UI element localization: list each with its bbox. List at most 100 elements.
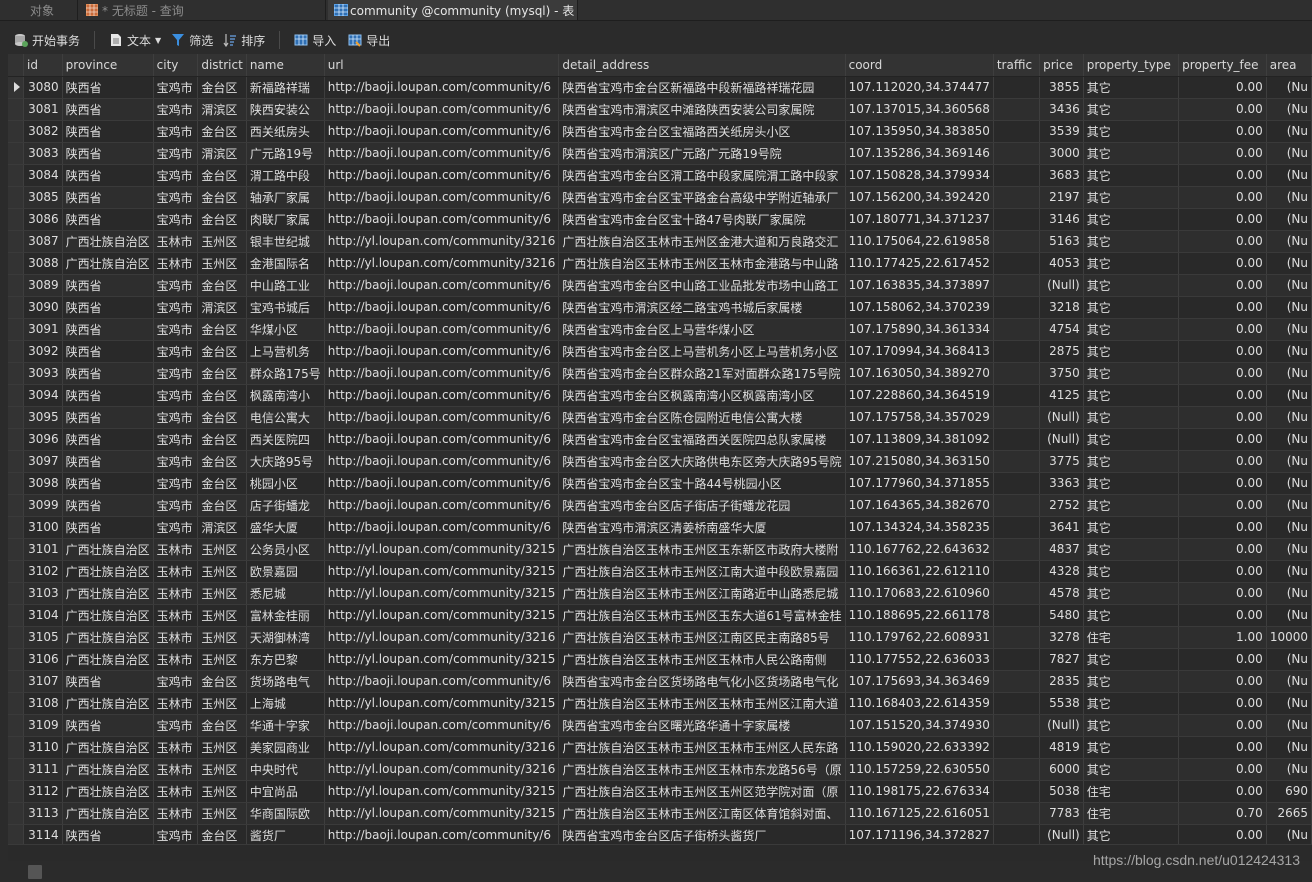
cell-url[interactable]: http://baoji.loupan.com/community/6 xyxy=(324,318,560,341)
cell-area[interactable]: (Nu xyxy=(1266,406,1312,429)
cell-property-type[interactable]: 其它 xyxy=(1083,120,1180,143)
cell-name[interactable]: 新福路祥瑞 xyxy=(246,76,325,99)
cell-coord[interactable]: 107.135950,34.383850 xyxy=(845,120,994,143)
cell-url[interactable]: http://baoji.loupan.com/community/6 xyxy=(324,406,560,429)
cell-property-fee[interactable]: 0.00 xyxy=(1178,296,1267,319)
cell-id[interactable]: 3092 xyxy=(23,340,63,363)
cell-name[interactable]: 华商国际欧 xyxy=(246,802,325,825)
cell-traffic[interactable] xyxy=(993,758,1041,781)
cell-detail-address[interactable]: 陕西省宝鸡市金台区店子街桥头酱货厂 xyxy=(558,824,846,844)
cell-property-type[interactable]: 其它 xyxy=(1083,736,1180,759)
row-marker[interactable] xyxy=(8,802,24,825)
cell-name[interactable]: 中山路工业 xyxy=(246,274,325,297)
cell-name[interactable]: 西关医院四 xyxy=(246,428,325,451)
cell-city[interactable]: 宝鸡市 xyxy=(153,340,199,363)
cell-name[interactable]: 大庆路95号 xyxy=(246,450,325,473)
cell-detail-address[interactable]: 广西壮族自治区玉林市玉州区玉林市东龙路56号（原 xyxy=(558,758,846,781)
cell-city[interactable]: 宝鸡市 xyxy=(153,318,199,341)
cell-property-fee[interactable]: 0.00 xyxy=(1178,560,1267,583)
cell-name[interactable]: 悉尼城 xyxy=(246,582,325,605)
cell-url[interactable]: http://yl.loupan.com/community/3215 xyxy=(324,802,560,825)
cell-province[interactable]: 广西壮族自治区 xyxy=(62,648,154,671)
column-header-coord[interactable]: coord xyxy=(845,54,994,77)
cell-detail-address[interactable]: 广西壮族自治区玉林市玉州区玉林市人民公路南侧 xyxy=(558,648,846,671)
cell-property-type[interactable]: 其它 xyxy=(1083,494,1180,517)
table-row[interactable]: 3095 陕西省 宝鸡市 金台区 电信公寓大 http://baoji.loupan.co… xyxy=(8,406,1312,429)
cell-property-type[interactable]: 其它 xyxy=(1083,472,1180,495)
cell-coord[interactable]: 107.137015,34.360568 xyxy=(845,98,994,121)
cell-name[interactable]: 酱货厂 xyxy=(246,824,325,844)
table-row[interactable]: 3100 陕西省 宝鸡市 渭滨区 盛华大厦 http://baoji.loupan.com… xyxy=(8,516,1312,539)
table-row[interactable]: 3106 广西壮族自治区 玉林市 玉州区 东方巴黎 http://yl.loupan.co… xyxy=(8,648,1312,671)
cell-url[interactable]: http://yl.loupan.com/community/3215 xyxy=(324,648,560,671)
cell-traffic[interactable] xyxy=(993,164,1041,187)
cell-url[interactable]: http://baoji.loupan.com/community/6 xyxy=(324,824,560,844)
cell-city[interactable]: 玉林市 xyxy=(153,736,199,759)
table-row[interactable]: 3114 陕西省 宝鸡市 金台区 酱货厂 http://baoji.loupan.com/… xyxy=(8,824,1312,844)
cell-province[interactable]: 陕西省 xyxy=(62,428,154,451)
cell-property-type[interactable]: 其它 xyxy=(1083,538,1180,561)
cell-province[interactable]: 陕西省 xyxy=(62,186,154,209)
cell-area[interactable]: 2665 xyxy=(1266,802,1312,825)
cell-district[interactable]: 金台区 xyxy=(197,670,247,693)
cell-property-type[interactable]: 其它 xyxy=(1083,230,1180,253)
cell-detail-address[interactable]: 陕西省宝鸡市金台区群众路21军对面群众路175号院 xyxy=(558,362,846,385)
cell-url[interactable]: http://yl.loupan.com/community/3215 xyxy=(324,780,560,803)
cell-coord[interactable]: 107.112020,34.374477 xyxy=(845,76,994,99)
cell-coord[interactable]: 110.166361,22.612110 xyxy=(845,560,994,583)
cell-url[interactable]: http://yl.loupan.com/community/3216 xyxy=(324,626,560,649)
cell-coord[interactable]: 107.163050,34.389270 xyxy=(845,362,994,385)
cell-property-fee[interactable]: 0.00 xyxy=(1178,406,1267,429)
cell-traffic[interactable] xyxy=(993,516,1041,539)
cell-price[interactable]: 4754 xyxy=(1039,318,1084,341)
cell-price[interactable]: 3000 xyxy=(1039,142,1084,165)
row-marker[interactable] xyxy=(8,76,24,99)
cell-property-type[interactable]: 其它 xyxy=(1083,76,1180,99)
cell-traffic[interactable] xyxy=(993,450,1041,473)
row-marker[interactable] xyxy=(8,406,24,429)
row-marker[interactable] xyxy=(8,560,24,583)
status-box-icon[interactable] xyxy=(28,865,42,879)
cell-name[interactable]: 中宜尚品 xyxy=(246,780,325,803)
cell-province[interactable]: 陕西省 xyxy=(62,450,154,473)
cell-district[interactable]: 金台区 xyxy=(197,208,247,231)
cell-price[interactable]: 4819 xyxy=(1039,736,1084,759)
cell-price[interactable]: (Null) xyxy=(1039,274,1084,297)
row-marker[interactable] xyxy=(8,318,24,341)
cell-id[interactable]: 3112 xyxy=(23,780,63,803)
table-row[interactable]: 3086 陕西省 宝鸡市 金台区 肉联厂家属 http://baoji.loupan.co… xyxy=(8,208,1312,231)
cell-district[interactable]: 玉州区 xyxy=(197,648,247,671)
cell-traffic[interactable] xyxy=(993,98,1041,121)
text-button[interactable]: 文本 ▼ xyxy=(105,29,165,51)
cell-price[interactable]: 4053 xyxy=(1039,252,1084,275)
cell-detail-address[interactable]: 陕西省宝鸡市金台区宝十路47号肉联厂家属院 xyxy=(558,208,846,231)
cell-url[interactable]: http://baoji.loupan.com/community/6 xyxy=(324,164,560,187)
cell-traffic[interactable] xyxy=(993,76,1041,99)
cell-traffic[interactable] xyxy=(993,802,1041,825)
cell-property-type[interactable]: 其它 xyxy=(1083,450,1180,473)
cell-district[interactable]: 玉州区 xyxy=(197,626,247,649)
cell-price[interactable]: 3278 xyxy=(1039,626,1084,649)
cell-price[interactable]: 7827 xyxy=(1039,648,1084,671)
cell-coord[interactable]: 107.158062,34.370239 xyxy=(845,296,994,319)
cell-price[interactable]: 5038 xyxy=(1039,780,1084,803)
table-row[interactable]: 3091 陕西省 宝鸡市 金台区 华煤小区 http://baoji.loupan.com… xyxy=(8,318,1312,341)
cell-property-fee[interactable]: 0.00 xyxy=(1178,538,1267,561)
cell-traffic[interactable] xyxy=(993,714,1041,737)
row-marker[interactable] xyxy=(8,98,24,121)
cell-detail-address[interactable]: 广西壮族自治区玉林市玉州区玉东新区市政府大楼附 xyxy=(558,538,846,561)
table-row[interactable]: 3082 陕西省 宝鸡市 金台区 西关纸房头 http://baoji.loupan.co… xyxy=(8,120,1312,143)
table-row[interactable]: 3089 陕西省 宝鸡市 金台区 中山路工业 http://baoji.loupan.co… xyxy=(8,274,1312,297)
cell-price[interactable]: 3775 xyxy=(1039,450,1084,473)
cell-area[interactable]: (Nu xyxy=(1266,560,1312,583)
table-row[interactable]: 3097 陕西省 宝鸡市 金台区 大庆路95号 http://baoji.loupan.c… xyxy=(8,450,1312,473)
cell-detail-address[interactable]: 广西壮族自治区玉林市玉州区江南大道中段欧景嘉园 xyxy=(558,560,846,583)
cell-traffic[interactable] xyxy=(993,318,1041,341)
cell-url[interactable]: http://yl.loupan.com/community/3216 xyxy=(324,736,560,759)
cell-detail-address[interactable]: 陕西省宝鸡市金台区曙光路华通十字家属楼 xyxy=(558,714,846,737)
cell-area[interactable]: (Nu xyxy=(1266,252,1312,275)
row-marker[interactable] xyxy=(8,164,24,187)
cell-province[interactable]: 陕西省 xyxy=(62,494,154,517)
row-marker[interactable] xyxy=(8,450,24,473)
cell-province[interactable]: 陕西省 xyxy=(62,384,154,407)
